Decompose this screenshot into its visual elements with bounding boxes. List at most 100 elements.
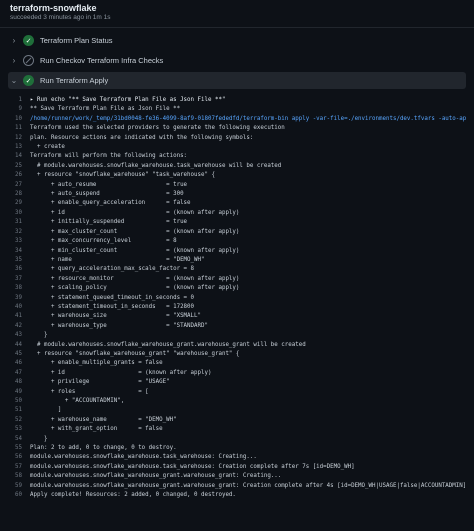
log-text: Terraform used the selected providers to… bbox=[30, 125, 285, 132]
log-line: 13 + create bbox=[8, 143, 466, 152]
line-number[interactable]: 41 bbox=[8, 312, 30, 321]
log-text: + query_acceleration_max_scale_factor = … bbox=[30, 266, 195, 273]
log-line: 28 + auto_suspend = 300 bbox=[8, 190, 466, 199]
log-line: 10/home/runner/work/_temp/31bd0048-fe36-… bbox=[8, 115, 466, 124]
log-text: ** Save Terraform Plan File as Json File… bbox=[30, 106, 181, 113]
job-title: terraform-snowflake bbox=[10, 3, 97, 13]
log-text: + warehouse_type = "STANDARD" bbox=[30, 322, 208, 329]
job-status: succeeded 3 minutes ago in 1m 1s bbox=[10, 14, 111, 21]
line-number[interactable]: 33 bbox=[8, 237, 30, 246]
line-number[interactable]: 32 bbox=[8, 228, 30, 237]
step-checkov-checks[interactable]: › Run Checkov Terraform Infra Checks bbox=[8, 52, 466, 69]
line-number[interactable]: 45 bbox=[8, 350, 30, 359]
line-number[interactable]: 57 bbox=[8, 463, 30, 472]
line-number[interactable]: 47 bbox=[8, 369, 30, 378]
log-line: 58 module.warehouses.snowflake_warehouse_… bbox=[8, 472, 466, 481]
log-line: 25 # module.warehouses.snowflake_warehou… bbox=[8, 162, 466, 171]
log-text: } bbox=[30, 435, 48, 442]
line-number[interactable]: 12 bbox=[8, 134, 30, 143]
line-number[interactable]: 14 bbox=[8, 152, 30, 161]
line-number[interactable]: 49 bbox=[8, 388, 30, 397]
line-number[interactable]: 51 bbox=[8, 406, 30, 415]
log-line: 14 Terraform will perform the following a… bbox=[8, 152, 466, 161]
line-number[interactable]: 35 bbox=[8, 256, 30, 265]
log-text: module.warehouses.snowflake_warehouse.ta… bbox=[30, 463, 355, 470]
log-text: + id = (known after apply) bbox=[30, 209, 240, 216]
line-number[interactable]: 53 bbox=[8, 425, 30, 434]
log-text: + with_grant_option = false bbox=[30, 426, 163, 433]
line-number[interactable]: 25 bbox=[8, 162, 30, 171]
line-number[interactable]: 44 bbox=[8, 341, 30, 350]
line-number[interactable]: 13 bbox=[8, 143, 30, 152]
log-line: 39 + statement_queued_timeout_in_seconds… bbox=[8, 294, 466, 303]
log-line: 32 + max_cluster_count = (known after ap… bbox=[8, 228, 466, 237]
log-line: 46 + enable_multiple_grants = false bbox=[8, 359, 466, 368]
line-number[interactable]: 38 bbox=[8, 284, 30, 293]
log-line: 37 + resource_monitor = (known after app… bbox=[8, 275, 466, 284]
line-number[interactable]: 31 bbox=[8, 218, 30, 227]
log-text: Plan: 2 to add, 0 to change, 0 to destro… bbox=[30, 445, 177, 452]
line-number[interactable]: 42 bbox=[8, 322, 30, 331]
log-line: 38 + scaling_policy = (known after apply… bbox=[8, 284, 466, 293]
line-number[interactable]: 50 bbox=[8, 397, 30, 406]
line-number[interactable]: 10 bbox=[8, 115, 30, 124]
log-line: 26 + resource "snowflake_warehouse" "tas… bbox=[8, 171, 466, 180]
log-text: + resource "snowflake_warehouse" "task_w… bbox=[30, 172, 215, 179]
line-number[interactable]: 48 bbox=[8, 378, 30, 387]
log-line: 56 module.warehouses.snowflake_warehouse.… bbox=[8, 453, 466, 462]
step-terraform-apply[interactable]: ⌄ ✓ Run Terraform Apply bbox=[8, 72, 466, 89]
log-text: + auto_suspend = 300 bbox=[30, 191, 184, 198]
log-line: 49 + roles = [ bbox=[8, 388, 466, 397]
log-line: 47 + id = (known after apply) bbox=[8, 369, 466, 378]
line-number[interactable]: 27 bbox=[8, 181, 30, 190]
line-number[interactable]: 34 bbox=[8, 247, 30, 256]
step-label: Run Checkov Terraform Infra Checks bbox=[40, 56, 164, 65]
log-text: module.warehouses.snowflake_warehouse.ta… bbox=[30, 454, 257, 461]
line-number[interactable]: 46 bbox=[8, 359, 30, 368]
line-number[interactable]: 26 bbox=[8, 171, 30, 180]
log-line: 30 + id = (known after apply) bbox=[8, 209, 466, 218]
log-line: 50 + "ACCOUNTADMIN", bbox=[8, 397, 466, 406]
log-line: 42 + warehouse_type = "STANDARD" bbox=[8, 322, 466, 331]
log-line: 34 + min_cluster_count = (known after ap… bbox=[8, 247, 466, 256]
chevron-down-icon: ⌄ bbox=[10, 76, 18, 85]
line-number[interactable]: 29 bbox=[8, 199, 30, 208]
log-text: # module.warehouses.snowflake_warehouse.… bbox=[30, 162, 282, 169]
line-number[interactable]: 11 bbox=[8, 124, 30, 133]
job-header: terraform-snowflake succeeded 3 minutes … bbox=[0, 0, 474, 28]
line-number[interactable]: 55 bbox=[8, 444, 30, 453]
line-number[interactable]: 60 bbox=[8, 491, 30, 500]
line-number[interactable]: 43 bbox=[8, 331, 30, 340]
step-terraform-plan-status[interactable]: › ✓ Terraform Plan Status bbox=[8, 32, 466, 49]
step-log: 1 ▸ Run echo "** Save Terraform Plan File… bbox=[8, 96, 466, 500]
line-number[interactable]: 39 bbox=[8, 294, 30, 303]
log-line: 53 + with_grant_option = false bbox=[8, 425, 466, 434]
log-text: + name = "DEMO_WH" bbox=[30, 256, 205, 263]
log-line: 44 # module.warehouses.snowflake_warehou… bbox=[8, 341, 466, 350]
log-text: module.warehouses.snowflake_warehouse_gr… bbox=[30, 473, 282, 480]
line-number[interactable]: 58 bbox=[8, 472, 30, 481]
line-number[interactable]: 9 bbox=[8, 105, 30, 114]
skip-icon bbox=[23, 55, 34, 66]
chevron-right-icon: › bbox=[12, 36, 16, 45]
line-number[interactable]: 30 bbox=[8, 209, 30, 218]
log-line: 60 Apply complete! Resources: 2 added, 0 … bbox=[8, 491, 466, 500]
log-text: + "ACCOUNTADMIN", bbox=[30, 398, 125, 404]
log-line: 31 + initially_suspended = true bbox=[8, 218, 466, 227]
line-number[interactable]: 1 bbox=[8, 96, 30, 105]
log-line: 45 + resource "snowflake_warehouse_grant… bbox=[8, 350, 466, 359]
line-number[interactable]: 54 bbox=[8, 435, 30, 444]
log-text: module.warehouses.snowflake_warehouse_gr… bbox=[30, 482, 466, 489]
log-text: + privilege = "USAGE" bbox=[30, 379, 170, 386]
log-text: + create bbox=[30, 144, 65, 151]
line-number[interactable]: 52 bbox=[8, 416, 30, 425]
line-number[interactable]: 40 bbox=[8, 303, 30, 312]
line-number[interactable]: 28 bbox=[8, 190, 30, 199]
line-number[interactable]: 56 bbox=[8, 453, 30, 462]
log-text: + min_cluster_count = (known after apply… bbox=[30, 247, 240, 254]
log-text: Apply complete! Resources: 2 added, 0 ch… bbox=[30, 492, 236, 499]
step-label: Terraform Plan Status bbox=[40, 36, 113, 45]
line-number[interactable]: 36 bbox=[8, 265, 30, 274]
line-number[interactable]: 59 bbox=[8, 482, 30, 491]
line-number[interactable]: 37 bbox=[8, 275, 30, 284]
